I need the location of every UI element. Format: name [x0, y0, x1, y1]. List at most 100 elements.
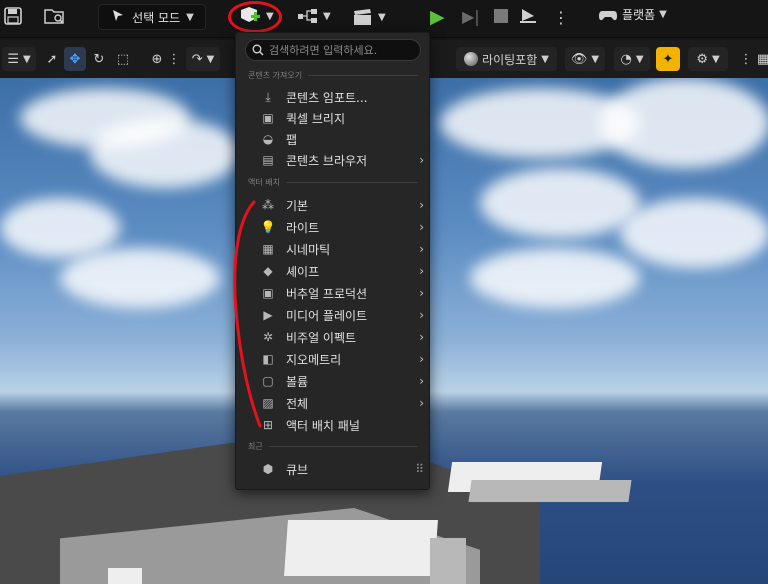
scale-icon: ⬚ [116, 51, 130, 67]
chevron-down-icon: ▼ [591, 53, 600, 65]
all-classes-icon: ▨ [262, 396, 274, 410]
menu-item-shapes[interactable]: ◆ 셰이프 › [260, 260, 424, 282]
selection-mode-label: 선택 모드 [132, 10, 181, 25]
chevron-right-icon: › [419, 198, 424, 212]
menu-item-basic[interactable]: ⁂ 기본 › [260, 194, 424, 216]
gamepad-icon [599, 10, 617, 20]
menu-item-quixel-bridge[interactable]: ▣ 퀵셀 브리지 [260, 107, 424, 129]
surface-snap-button[interactable]: ↷ ▼ [186, 47, 220, 71]
show-flags-dropdown[interactable]: 👁 ▼ [565, 47, 605, 71]
realtime-toggle[interactable]: ✦ [656, 47, 680, 71]
viewport-menu-icon: ☰ [7, 51, 19, 67]
menu-item-recent-cube[interactable]: ⬢ 큐브 ⠿ [260, 458, 424, 480]
cloud [470, 248, 640, 308]
menu-item-place-actors-panel[interactable]: ⊞ 액터 배치 패널 [260, 414, 424, 436]
select-mode-icon [110, 8, 126, 27]
move-icon: ✥ [69, 51, 81, 67]
section-label: 액터 배치 [248, 178, 280, 187]
view-mode-dropdown[interactable]: 라이팅포함 ▼ [456, 47, 557, 71]
cursor-icon: ➚ [46, 51, 58, 67]
menu-item-label: 시네마틱 [286, 242, 331, 257]
globe-icon: ⊕ [151, 51, 163, 67]
world-space-button[interactable]: ⊕ [146, 47, 168, 71]
menu-item-label: 볼륨 [286, 374, 309, 389]
visual-effects-icon: ✲ [262, 330, 274, 344]
divider [308, 75, 418, 76]
menu-item-geometry[interactable]: ◧ 지오메트리 › [260, 348, 424, 370]
chevron-right-icon: › [419, 308, 424, 322]
cloud [600, 78, 768, 168]
search-input[interactable] [269, 43, 417, 57]
divider [285, 182, 418, 183]
cinematics-button[interactable]: ▼ [352, 8, 386, 26]
shapes-icon: ◆ [263, 264, 273, 278]
cloud [0, 198, 120, 258]
divider [268, 446, 418, 447]
play-button[interactable]: ▶ [430, 6, 445, 28]
advance-frame-button[interactable]: ▶| [462, 7, 480, 26]
eject-button[interactable] [519, 6, 537, 24]
menu-item-import-content[interactable]: ⤓ 콘텐츠 임포트... [260, 86, 424, 108]
eye-icon: 👁 [570, 51, 588, 67]
scale-tool-button[interactable]: ⬚ [112, 47, 134, 71]
menu-item-label: 콘텐츠 임포트... [286, 90, 368, 105]
chevron-right-icon: › [419, 242, 424, 256]
fab-icon: ◒ [262, 132, 274, 146]
chevron-down-icon: ▼ [323, 10, 331, 22]
chevron-right-icon: › [419, 374, 424, 388]
volume-icon: ▢ [262, 374, 274, 388]
menu-item-cinematic[interactable]: ▦ 시네마틱 › [260, 238, 424, 260]
gear-icon: ⚙ [696, 51, 708, 67]
sparkle-icon: ✦ [662, 51, 674, 67]
chevron-down-icon: ▼ [711, 53, 720, 65]
play-options-kebab[interactable]: ⋮ [553, 8, 569, 27]
menu-item-label: 미디어 플레이트 [286, 308, 368, 323]
translate-tool-button[interactable]: ✥ [64, 47, 86, 71]
menu-item-volumes[interactable]: ▢ 볼륨 › [260, 370, 424, 392]
chevron-right-icon: › [419, 220, 424, 234]
menu-item-virtual-production[interactable]: ▣ 버추얼 프로덕션 › [260, 282, 424, 304]
media-plate-icon: ▶ [263, 308, 273, 322]
menu-item-all-classes[interactable]: ▨ 전체 › [260, 392, 424, 414]
rotate-icon: ↻ [93, 51, 105, 67]
drag-handle-icon[interactable]: ⠿ [415, 462, 424, 476]
chevron-down-icon: ▼ [266, 10, 274, 22]
menu-item-fab[interactable]: ◒ 팹 [260, 128, 424, 150]
menu-item-label: 큐브 [286, 462, 309, 477]
viewport-settings-dropdown[interactable]: ⚙ ▼ [688, 47, 728, 71]
selection-mode-dropdown[interactable]: 선택 모드 ▼ [98, 4, 206, 30]
menu-item-lights[interactable]: 💡 라이트 › [260, 216, 424, 238]
small-block [108, 568, 142, 584]
menu-item-media-plate[interactable]: ▶ 미디어 플레이트 › [260, 304, 424, 326]
chevron-down-icon: ▼ [541, 53, 549, 65]
menu-search-box[interactable] [245, 39, 421, 61]
stop-button[interactable] [494, 9, 508, 23]
lit-sphere-icon [464, 52, 479, 66]
import-icon: ⤓ [265, 89, 271, 104]
select-tool-button[interactable]: ➚ [42, 47, 62, 71]
chevron-down-icon: ▼ [659, 9, 667, 20]
content-browser-icon[interactable] [44, 7, 66, 25]
cloud [480, 168, 640, 238]
layout-grid-icon[interactable]: ▦ [756, 47, 768, 71]
save-icon[interactable] [4, 7, 22, 25]
chevron-right-icon: › [419, 286, 424, 300]
viewport-kebab[interactable]: ⋮ [740, 47, 753, 71]
blueprint-button[interactable]: ▼ [297, 8, 331, 24]
rotate-tool-button[interactable]: ↻ [88, 47, 110, 71]
menu-item-content-browser[interactable]: ▤ 콘텐츠 브라우저 › [260, 149, 424, 171]
performance-dropdown[interactable]: ◔ ▼ [614, 47, 650, 71]
transform-kebab[interactable]: ⋮ [168, 47, 181, 71]
section-recent: 최근 [248, 441, 418, 452]
chevron-right-icon: › [419, 264, 424, 278]
platforms-dropdown[interactable]: 플랫폼 ▼ [598, 6, 667, 23]
quick-add-button[interactable]: ▼ [240, 6, 274, 26]
menu-item-label: 라이트 [286, 220, 320, 235]
viewport-options-button[interactable]: ☰ ▼ [2, 47, 36, 71]
basic-icon: ⁂ [262, 198, 274, 212]
floating-block-side [430, 538, 466, 584]
menu-item-visual-effects[interactable]: ✲ 비주얼 이펙트 › [260, 326, 424, 348]
menu-item-label: 비주얼 이펙트 [286, 330, 357, 345]
geometry-icon: ◧ [262, 352, 274, 366]
platforms-label: 플랫폼 [622, 8, 656, 22]
